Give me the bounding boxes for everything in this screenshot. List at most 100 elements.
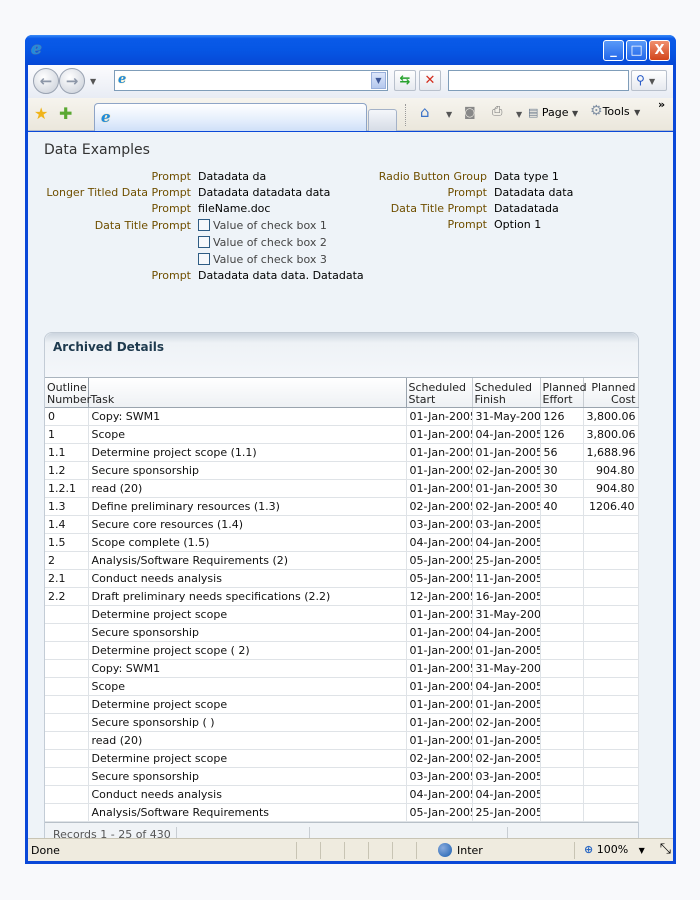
- address-bar[interactable]: e ▼: [114, 70, 388, 91]
- status-separator: [392, 842, 393, 859]
- table-row[interactable]: 1.5 Scope complete (1.5) 04-Jan-2005 04-Jan…: [45, 533, 639, 552]
- checkbox-box[interactable]: [198, 253, 210, 265]
- archived-details-panel: Archived Details Outline Number Task Sche…: [44, 332, 639, 860]
- stop-button[interactable]: ✕: [419, 70, 441, 91]
- zoom-level-button[interactable]: ⊕ 100% ▼: [584, 843, 645, 856]
- table-row[interactable]: 1.2.1 read (20) 01-Jan-2005 01-Jan-2005 30 90…: [45, 479, 639, 498]
- table-row[interactable]: 1 Scope 01-Jan-2005 04-Jan-2005 126 3,800.06: [45, 425, 639, 444]
- cell-outline-number: [45, 641, 89, 660]
- field-label: Data Title Prompt: [94, 219, 191, 232]
- globe-icon: [438, 843, 452, 857]
- table-row[interactable]: Analysis/Software Requirements 05-Jan-200…: [45, 803, 639, 822]
- table-row[interactable]: Determine project scope 02-Jan-2005 02-Jan…: [45, 749, 639, 768]
- checkbox-box[interactable]: [198, 236, 210, 248]
- column-header-planned-cost[interactable]: Planned Cost: [583, 378, 639, 408]
- cell-planned-effort: [540, 803, 584, 822]
- browser-tab[interactable]: e: [94, 103, 367, 131]
- details-table-wrapper: Outline Number Task Scheduled Start Schedu…: [45, 377, 639, 822]
- cell-planned-cost: [583, 713, 639, 732]
- tools-menu-button[interactable]: ⚙Tools ▼: [590, 103, 640, 119]
- table-row[interactable]: 1.3 Define preliminary resources (1.3) 02-…: [45, 497, 639, 516]
- add-favorite-icon[interactable]: ✚: [59, 104, 72, 123]
- column-header-scheduled-finish[interactable]: Scheduled Finish: [472, 378, 541, 408]
- home-dropdown-icon[interactable]: ▼: [446, 110, 452, 119]
- ie-logo-icon: e: [31, 39, 42, 59]
- printer-icon[interactable]: ⎙: [492, 104, 502, 119]
- cell-planned-effort: [540, 533, 584, 552]
- table-row[interactable]: Determine project scope ( 2) 01-Jan-2005 0…: [45, 641, 639, 660]
- search-input[interactable]: [448, 70, 629, 91]
- home-icon[interactable]: ⌂: [420, 103, 430, 121]
- table-row[interactable]: 1.1 Determine project scope (1.1) 01-Jan-2…: [45, 443, 639, 462]
- new-tab-button[interactable]: [368, 109, 397, 131]
- title-bar[interactable]: e _ □ X: [25, 35, 676, 65]
- address-dropdown-button[interactable]: ▼: [371, 72, 386, 89]
- table-row[interactable]: 0Copy: SWM101-Jan-200531-May-20051263,80…: [45, 407, 639, 426]
- back-arrow-icon: ←: [39, 72, 53, 90]
- forward-button[interactable]: →: [59, 68, 85, 94]
- print-dropdown-icon[interactable]: ▼: [516, 110, 522, 119]
- cell-outline-number: 2: [45, 551, 89, 570]
- cell-planned-cost: 904.80: [583, 479, 639, 498]
- security-zone[interactable]: Inter: [438, 843, 483, 857]
- maximize-button[interactable]: □: [626, 40, 647, 61]
- table-row[interactable]: Determine project scope 01-Jan-2005 31-May…: [45, 605, 639, 624]
- recent-pages-dropdown-icon[interactable]: ▼: [90, 77, 96, 86]
- cell-scheduled-start: 01-Jan-2005: [406, 695, 473, 714]
- table-row[interactable]: Secure sponsorship 01-Jan-2005 04-Jan-2005: [45, 623, 639, 642]
- cell-scheduled-finish: 31-May-2005: [472, 407, 541, 426]
- table-row[interactable]: 1.2 Secure sponsorship 01-Jan-2005 02-Jan-2…: [45, 461, 639, 480]
- close-button[interactable]: X: [649, 40, 670, 61]
- search-options-dropdown-icon[interactable]: ▼: [649, 77, 655, 86]
- table-row[interactable]: Conduct needs analysis 04-Jan-2005 04-Jan-…: [45, 785, 639, 804]
- cell-planned-effort: 30: [540, 479, 584, 498]
- column-header-outline-number[interactable]: Outline Number: [45, 378, 91, 408]
- favorites-star-icon[interactable]: ★: [34, 104, 48, 123]
- back-button[interactable]: ←: [33, 68, 59, 94]
- cell-planned-effort: [540, 659, 584, 678]
- minimize-button[interactable]: _: [603, 40, 624, 61]
- cell-scheduled-start: 02-Jan-2005: [406, 497, 473, 516]
- more-chevron-icon[interactable]: »: [658, 98, 665, 111]
- checkbox-1[interactable]: Value of check box 1: [198, 219, 327, 232]
- cell-planned-cost: [583, 533, 639, 552]
- cell-planned-effort: [540, 623, 584, 642]
- table-row[interactable]: 2 Analysis/Software Requirements (2) 05-Ja…: [45, 551, 639, 570]
- table-row[interactable]: read (20) 01-Jan-2005 01-Jan-2005: [45, 731, 639, 750]
- status-text: Done: [31, 844, 60, 857]
- cell-planned-cost: [583, 767, 639, 786]
- field-value: Datadatada: [494, 202, 559, 215]
- search-button[interactable]: ⚲ ▼: [631, 70, 667, 91]
- table-row[interactable]: 2.1 Conduct needs analysis 05-Jan-2005 11-J…: [45, 569, 639, 588]
- tab-page-icon: e: [101, 108, 111, 126]
- refresh-button[interactable]: ⇆: [394, 70, 416, 91]
- cell-outline-number: 0: [45, 407, 89, 426]
- table-row[interactable]: Copy: SWM101-Jan-200531-May-2005: [45, 659, 639, 678]
- checkbox-3[interactable]: Value of check box 3: [198, 253, 327, 266]
- rss-feed-icon[interactable]: ◙: [464, 105, 476, 119]
- table-body: 0Copy: SWM101-Jan-200531-May-20051263,80…: [45, 407, 639, 822]
- cell-planned-effort: 40: [540, 497, 584, 516]
- cell-outline-number: [45, 623, 89, 642]
- checkbox-box[interactable]: [198, 219, 210, 231]
- table-row[interactable]: 1.4 Secure core resources (1.4) 03-Jan-200…: [45, 515, 639, 534]
- command-bar: ★ ✚ e ⌂ ▼ ◙ ⎙ ▼ ▤ Page ▼ ⚙Tools ▼ »: [28, 98, 673, 131]
- table-row[interactable]: Scope 01-Jan-2005 04-Jan-2005: [45, 677, 639, 696]
- table-row[interactable]: Secure sponsorship ( ) 01-Jan-2005 02-Jan-…: [45, 713, 639, 732]
- column-header-planned-effort[interactable]: Planned Effort: [540, 378, 587, 408]
- table-row[interactable]: Determine project scope 01-Jan-2005 01-Jan…: [45, 695, 639, 714]
- resize-grip-icon[interactable]: ⤡: [660, 841, 671, 857]
- cell-task: read (20): [88, 479, 407, 498]
- column-header-task[interactable]: Task: [88, 378, 407, 408]
- table-row[interactable]: 2.2 Draft preliminary needs specification…: [45, 587, 639, 606]
- table-row[interactable]: Secure sponsorship 03-Jan-2005 03-Jan-2005: [45, 767, 639, 786]
- cell-planned-cost: [583, 695, 639, 714]
- cell-planned-cost: [583, 515, 639, 534]
- cell-task: Copy: SWM1: [88, 659, 407, 678]
- cell-scheduled-finish: 04-Jan-2005: [472, 425, 541, 444]
- cell-task: Secure sponsorship ( ): [88, 713, 407, 732]
- checkbox-2[interactable]: Value of check box 2: [198, 236, 327, 249]
- column-header-scheduled-start[interactable]: Scheduled Start: [406, 378, 473, 408]
- status-separator: [574, 842, 575, 859]
- page-menu-button[interactable]: ▤ Page ▼: [528, 106, 578, 119]
